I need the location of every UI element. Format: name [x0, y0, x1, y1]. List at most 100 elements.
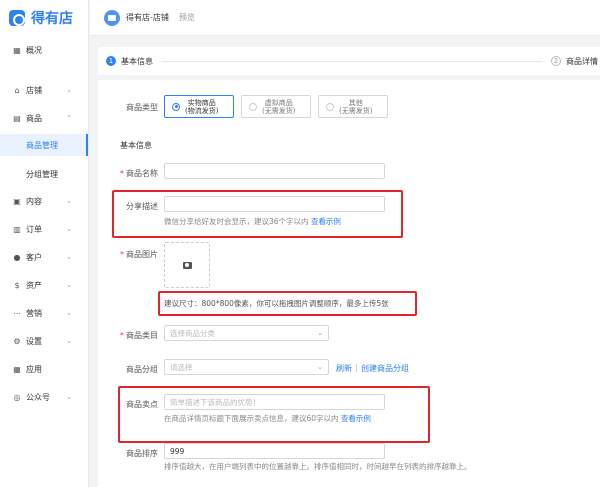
settings-icon: ⚙	[13, 336, 21, 346]
sidebar-subitem-label: 分组管理	[26, 169, 58, 179]
step-divider	[161, 60, 543, 62]
chevron-down-icon: ⌄	[66, 86, 72, 94]
type-option-note: (无需发货)	[262, 106, 296, 115]
sidebar-item-asset[interactable]: $ 资产 ⌄	[0, 275, 88, 295]
sort-label: 商品排序	[126, 449, 158, 458]
selling-point-hint: 在商品详情页标题下面展示卖点信息，建议60字以内 查看示例	[164, 414, 371, 423]
chevron-down-icon: ⌄	[66, 197, 72, 205]
sidebar-item-label: 应用	[26, 364, 42, 374]
selling-example-link[interactable]: 查看示例	[341, 414, 371, 423]
goods-image-label: * 商品图片	[120, 250, 158, 259]
create-group-link[interactable]: 创建商品分组	[361, 363, 409, 374]
chevron-down-icon: ⌄	[66, 281, 72, 289]
group-label: 商品分组	[126, 365, 158, 374]
radio-icon	[249, 102, 257, 111]
sort-hint: 排序值越大，在用户端列表中的位置越靠上。排序值相同时，时间越早在列表的排序越靠上…	[164, 462, 472, 471]
store-avatar[interactable]	[104, 9, 120, 26]
sort-input[interactable]: 999	[164, 443, 385, 459]
store-icon: ⌂	[14, 85, 20, 95]
wechat-icon: ◎	[13, 392, 21, 402]
chevron-down-icon: ⌄	[317, 363, 323, 371]
sidebar-item-label: 内容	[26, 196, 42, 206]
type-option-note: (无需发货)	[339, 106, 373, 115]
sidebar-item-goods[interactable]: ▤ 商品 ⌃	[0, 108, 88, 128]
preview-link[interactable]: 预览	[179, 12, 195, 23]
chevron-down-icon: ⌄	[66, 225, 72, 233]
sidebar: 得有店 ▦ 概况 ⌂ 店铺 ⌄ ▤ 商品 ⌃ 商品管理 分组管理 ▣ 内容 ⌄ …	[0, 0, 89, 487]
sidebar-item-overview[interactable]: ▦ 概况	[0, 40, 88, 60]
sidebar-item-label: 资产	[26, 280, 42, 290]
content-icon: ▣	[13, 196, 21, 206]
chevron-down-icon: ⌄	[66, 309, 72, 317]
type-option-virtual[interactable]: 虚拟商品 (无需发货)	[241, 95, 311, 118]
type-option-title: 实物商品	[187, 98, 216, 107]
type-option-title: 其他	[348, 98, 363, 107]
logo-icon	[9, 10, 25, 26]
customer-icon: ●	[13, 252, 21, 262]
goods-name-input[interactable]	[164, 163, 385, 179]
sidebar-subitem-group-manage[interactable]: 分组管理	[0, 163, 88, 185]
type-option-note: (物流发货)	[185, 106, 219, 115]
sidebar-item-settings[interactable]: ⚙ 设置 ⌄	[0, 331, 88, 351]
sidebar-item-wechat[interactable]: ◎ 公众号 ⌄	[0, 387, 88, 407]
sidebar-item-apps[interactable]: ▦ 应用	[0, 359, 88, 379]
share-desc-label: 分享描述	[126, 202, 158, 211]
step-1-label: 基本信息	[121, 56, 153, 66]
step-2-label[interactable]: 商品详情	[566, 56, 598, 67]
category-label: * 商品类目	[120, 331, 158, 340]
sidebar-item-label: 公众号	[26, 392, 50, 402]
type-option-physical[interactable]: 实物商品 (物流发货)	[164, 95, 234, 118]
chevron-down-icon: ⌄	[66, 393, 72, 401]
sidebar-subitem-goods-manage[interactable]: 商品管理	[0, 134, 88, 156]
chevron-up-icon: ⌃	[66, 114, 72, 122]
goods-name-label: * 商品名称	[120, 169, 158, 178]
sidebar-item-label: 设置	[26, 336, 42, 346]
link-separator: |	[355, 363, 358, 372]
step-indicator: 1 基本信息 2 商品详情	[98, 47, 600, 75]
radio-icon	[172, 102, 180, 111]
sidebar-item-label: 订单	[26, 224, 42, 234]
chevron-down-icon: ⌄	[317, 329, 323, 337]
sidebar-item-marketing[interactable]: ⋯ 营销 ⌄	[0, 303, 88, 323]
sidebar-item-order[interactable]: ▥ 订单 ⌄	[0, 219, 88, 239]
radio-icon	[326, 102, 334, 111]
asset-icon: $	[14, 280, 20, 290]
share-desc-hint: 微信分享给好友时会显示，建议36个字以内 查看示例	[164, 217, 341, 226]
goods-type-label: 商品类型	[126, 103, 158, 112]
sidebar-item-label: 客户	[26, 252, 42, 262]
selling-point-input[interactable]: 简单描述下该商品的优势！	[164, 394, 385, 410]
goods-form: 商品类型 实物商品 (物流发货) 虚拟商品 (无需发货) 其他 (无需发货) 基本信息…	[98, 80, 600, 487]
group-select[interactable]: 请选择 ⌄	[164, 359, 329, 375]
sidebar-item-label: 概况	[26, 45, 42, 55]
goods-image-hint: 建议尺寸：800*800像素，你可以拖拽图片调整顺序，最多上传5张	[164, 299, 389, 308]
refresh-link[interactable]: 刷新	[336, 363, 352, 374]
logo-text: 得有店	[31, 11, 73, 27]
chevron-down-icon: ⌄	[66, 253, 72, 261]
sidebar-subitem-label: 商品管理	[26, 140, 58, 150]
camera-icon	[182, 261, 192, 269]
share-desc-input[interactable]	[164, 196, 385, 212]
chevron-down-icon: ⌄	[66, 337, 72, 345]
store-name[interactable]: 得有店-店铺	[126, 12, 169, 23]
sidebar-item-label: 商品	[26, 113, 42, 123]
sidebar-item-store[interactable]: ⌂ 店铺 ⌄	[0, 80, 88, 100]
section-title: 基本信息	[120, 141, 152, 150]
selling-point-label: 商品卖点	[126, 400, 158, 409]
type-option-other[interactable]: 其他 (无需发货)	[318, 95, 388, 118]
step-2-number: 2	[551, 56, 561, 66]
image-upload-button[interactable]	[164, 242, 210, 288]
share-example-link[interactable]: 查看示例	[311, 217, 341, 226]
sidebar-item-label: 营销	[26, 308, 42, 318]
logo[interactable]: 得有店	[0, 0, 88, 36]
top-bar: 得有店-店铺 预览	[90, 0, 600, 36]
type-option-title: 虚拟商品	[264, 98, 293, 107]
step-1-number: 1	[106, 56, 116, 66]
sidebar-item-content[interactable]: ▣ 内容 ⌄	[0, 191, 88, 211]
apps-icon: ▦	[13, 364, 21, 374]
goods-icon: ▤	[13, 113, 21, 123]
order-icon: ▥	[13, 224, 21, 234]
grid-icon: ▦	[13, 45, 21, 55]
sidebar-item-label: 店铺	[26, 85, 42, 95]
sidebar-item-customer[interactable]: ● 客户 ⌄	[0, 247, 88, 267]
category-select[interactable]: 选择商品分类 ⌄	[164, 325, 329, 341]
